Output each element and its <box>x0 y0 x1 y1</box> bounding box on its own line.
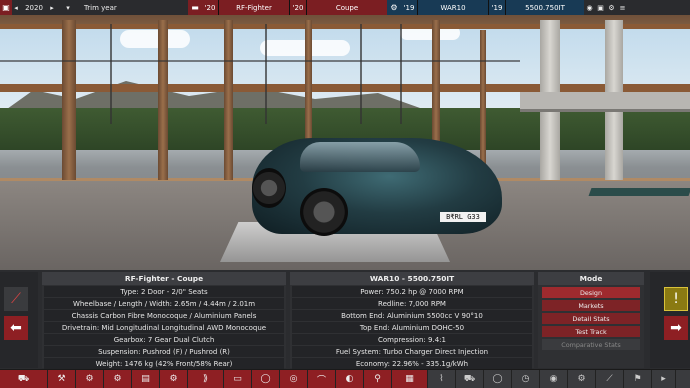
engine-economy-row: Economy: 22.96% - 335.1g/kWh <box>292 358 532 369</box>
mode-test-track-button[interactable]: Test Track <box>542 326 640 337</box>
interior-icon[interactable]: ◐ <box>336 370 364 388</box>
nav-right-icon[interactable]: ▸ <box>652 370 676 388</box>
chart-icon-2[interactable]: ⟋ <box>596 370 624 388</box>
engine-compression-row: Compression: 9.4:1 <box>292 334 532 345</box>
mode-detail-stats-button[interactable]: Detail Stats <box>542 313 640 324</box>
chassis-icon[interactable]: ⚒ <box>48 370 76 388</box>
fixtures-icon[interactable]: ▦ <box>392 370 428 388</box>
calendar-icon[interactable]: ▣ <box>0 0 12 15</box>
beam <box>0 24 690 29</box>
car-icon[interactable]: ▬ <box>188 0 202 15</box>
wooden-post <box>224 20 233 180</box>
back-button[interactable]: ⬅ <box>4 316 28 340</box>
car-info-panel: RF-Fighter - Coupe Type: 2 Door - 2/0" S… <box>42 272 286 369</box>
gearbox-icon[interactable]: ⚙ <box>160 370 188 388</box>
car-chassis-row: Chassis Carbon Fibre Monocoque / Alumini… <box>44 310 284 321</box>
screenshot-icon[interactable]: ▣ <box>595 0 606 15</box>
mezzanine <box>520 92 690 112</box>
mode-design-button[interactable]: Design <box>542 287 640 298</box>
mode-comparative-stats-button: Comparative Stats <box>542 339 640 350</box>
car-drivetrain-row: Drivetrain: Mid Longitudinal Longitudina… <box>44 322 284 333</box>
window-mullion <box>265 24 267 124</box>
showroom-table <box>588 188 690 196</box>
license-plate: B₹RL G33 <box>440 212 486 222</box>
car-overview-icon[interactable]: ⛟ <box>0 370 48 388</box>
variant-year: '20 <box>290 0 306 15</box>
car-type-row: Type: 2 Door - 2/0" Seats <box>44 286 284 297</box>
window-mullion <box>360 24 362 124</box>
timer-icon[interactable]: ◷ <box>512 370 540 388</box>
mode-panel-title: Mode <box>538 272 644 285</box>
menu-icon[interactable]: ≡ <box>617 0 628 15</box>
engine-info-panel: WAR10 - 5500.750IT Power: 750.2 hp @ 700… <box>290 272 534 369</box>
brakes-icon[interactable]: ◎ <box>280 370 308 388</box>
trim-icon[interactable]: ⟫ <box>188 370 224 388</box>
engine-family-year: '19 <box>401 0 417 15</box>
trim-year-selector[interactable]: ▾ <box>56 0 80 15</box>
car-suspension-row: Suspension: Pushrod (F) / Pushrod (R) <box>44 346 284 357</box>
trim-year-label: Trim year <box>80 0 188 15</box>
engine-power-row: Power: 750.2 hp @ 7000 RPM <box>292 286 532 297</box>
3d-viewport[interactable]: B₹RL G33 <box>0 0 690 270</box>
wheels-icon[interactable]: ◯ <box>252 370 280 388</box>
chart-icon[interactable]: ⟋ <box>4 287 28 311</box>
engine-family[interactable]: WAR10 <box>418 0 488 15</box>
bottom-toolbar: ⛟ ⚒ ⚙ ⚙ ▤ ⚙ ⟫ ▭ ◯ ◎ ⌒ ◐ ⚲ ▦ ⌇ ⛟ ◯ ◷ ◉ ⚙ … <box>0 370 690 388</box>
engine-top-end-row: Top End: Aluminium DOHC-50 <box>292 322 532 333</box>
aero-icon[interactable]: ⌒ <box>308 370 336 388</box>
wooden-post <box>480 30 486 170</box>
window-mullion <box>110 24 112 124</box>
camera-icon[interactable]: ◉ <box>584 0 595 15</box>
car-windshield <box>300 142 420 172</box>
car-panel-title: RF-Fighter - Coupe <box>42 272 286 285</box>
window-mullion <box>400 24 402 124</box>
safety-icon[interactable]: ⚲ <box>364 370 392 388</box>
model-name[interactable]: RF-Fighter <box>219 0 289 15</box>
engine-variant-year: '19 <box>489 0 505 15</box>
engine-variant[interactable]: 5500.750IT <box>506 0 584 15</box>
steering-icon[interactable]: ◉ <box>540 370 568 388</box>
front-wheel <box>300 188 348 236</box>
top-bar: ▣ ◂ 2020 ▸ ▾ Trim year ▬ '20 RF-Fighter … <box>0 0 690 15</box>
wooden-post <box>62 20 76 180</box>
engine-bottom-end-row: Bottom End: Aluminium 5500cc V 90°10 <box>292 310 532 321</box>
mode-panel: Mode Design Markets Detail Stats Test Tr… <box>538 272 644 368</box>
warning-icon[interactable]: ! <box>664 287 688 311</box>
car-gearbox-row: Gearbox: 7 Gear Dual Clutch <box>44 334 284 345</box>
profile-icon[interactable]: ⌇ <box>428 370 456 388</box>
settings-icon[interactable]: ⚙ <box>606 0 617 15</box>
mode-markets-button[interactable]: Markets <box>542 300 640 311</box>
tyre-icon[interactable]: ◯ <box>484 370 512 388</box>
window-rail <box>0 60 520 62</box>
exterior-view-icon[interactable]: ⛟ <box>456 370 484 388</box>
next-year-arrow[interactable]: ▸ <box>48 0 56 15</box>
year-display[interactable]: 2020 <box>20 0 48 15</box>
car-weight-row: Weight: 1476 kg (42% Front/58% Rear) <box>44 358 284 369</box>
engine-redline-row: Redline: 7,000 RPM <box>292 298 532 309</box>
body-icon[interactable]: ▭ <box>224 370 252 388</box>
finish-flag-icon[interactable]: ⚑ <box>624 370 652 388</box>
tuning-icon[interactable]: ⚙ <box>568 370 596 388</box>
engine-icon[interactable]: ⚙ <box>387 0 401 15</box>
next-button[interactable]: ➡ <box>664 316 688 340</box>
engine-panel-title: WAR10 - 5500.750IT <box>290 272 534 285</box>
model-year: '20 <box>202 0 218 15</box>
suspension-icon[interactable]: ⚙ <box>76 370 104 388</box>
cloud <box>120 30 190 48</box>
beam <box>0 84 690 92</box>
engine-fuel-system-row: Fuel System: Turbo Charger Direct Inject… <box>292 346 532 357</box>
wooden-post <box>158 20 168 180</box>
car-dimensions-row: Wheelbase / Length / Width: 2.65m / 4.44… <box>44 298 284 309</box>
prev-year-arrow[interactable]: ◂ <box>12 0 20 15</box>
engine-bay-icon[interactable]: ▤ <box>132 370 160 388</box>
drivetrain-icon[interactable]: ⚙ <box>104 370 132 388</box>
variant-name[interactable]: Coupe <box>307 0 387 15</box>
rear-wheel <box>252 168 286 208</box>
